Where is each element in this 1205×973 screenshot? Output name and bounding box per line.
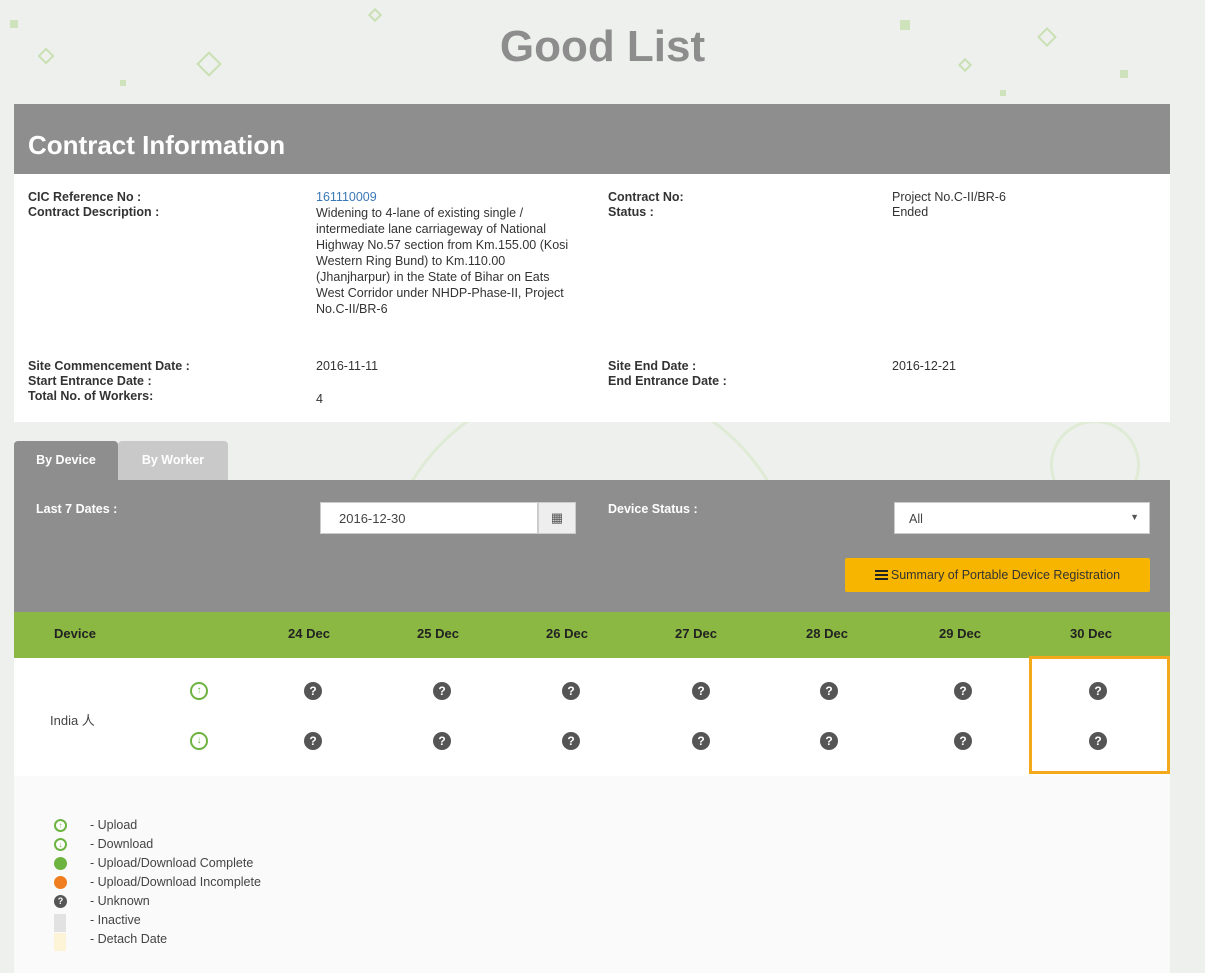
filter-bar: Last 7 Dates : 2016-12-30 ▦ Device Statu…	[14, 480, 1170, 612]
download-icon: ↓	[190, 732, 208, 750]
site-end-value: 2016-12-21	[892, 359, 956, 373]
column-header-25-dec: 25 Dec	[417, 626, 459, 641]
column-header-28-dec: 28 Dec	[806, 626, 848, 641]
legend-label: - Detach Date	[90, 932, 168, 946]
start-entrance-label: Start Entrance Date :	[28, 374, 152, 388]
legend-label: - Upload	[90, 818, 138, 832]
summary-button-label: Summary of Portable Device Registration	[890, 568, 1121, 582]
contract-information-card: Contract Information CIC Reference No : …	[14, 104, 1170, 422]
cic-ref-link[interactable]: 161110009	[316, 190, 377, 205]
site-end-label: Site End Date :	[608, 359, 697, 373]
unknown-icon[interactable]: ?	[562, 732, 580, 750]
date-input[interactable]: 2016-12-30	[320, 502, 538, 534]
total-workers-value: 4	[316, 392, 323, 406]
column-header-24-dec: 24 Dec	[288, 626, 330, 641]
legend-label: - Inactive	[90, 913, 141, 927]
list-icon	[874, 570, 888, 580]
legend-label: - Upload/Download Complete	[90, 856, 254, 870]
legend-label: - Unknown	[90, 894, 150, 908]
unknown-icon[interactable]: ?	[692, 732, 710, 750]
legend-label: - Upload/Download Incomplete	[90, 875, 261, 889]
calendar-button[interactable]: ▦	[538, 502, 576, 534]
device-status-select[interactable]: All ▼	[894, 502, 1150, 534]
column-header-27-dec: 27 Dec	[675, 626, 717, 641]
column-header-30-dec: 30 Dec	[1070, 626, 1112, 641]
description-label: Contract Description :	[28, 205, 160, 219]
column-header-26-dec: 26 Dec	[546, 626, 588, 641]
device-status-value: All	[909, 512, 923, 526]
unknown-icon[interactable]: ?	[304, 732, 322, 750]
page-title: Good List	[499, 22, 706, 71]
download-icon: ↓	[54, 838, 67, 851]
upload-icon: ↑	[54, 819, 67, 832]
complete-icon	[54, 857, 67, 870]
highlight-box-30-dec	[1029, 656, 1170, 774]
contract-header: Contract Information	[14, 104, 1170, 174]
calendar-icon: ▦	[550, 510, 564, 525]
unknown-icon: ?	[54, 895, 67, 908]
legend: ↑ - Upload ↓ - Download - Upload/Downloa…	[14, 776, 1170, 973]
unknown-icon[interactable]: ?	[820, 682, 838, 700]
unknown-icon[interactable]: ?	[692, 682, 710, 700]
status-label: Status :	[608, 205, 654, 219]
unknown-icon[interactable]: ?	[304, 682, 322, 700]
legend-label: - Download	[90, 837, 154, 851]
device-grid: India 人 ↑ ↓ ??????????????	[14, 656, 1170, 776]
unknown-icon[interactable]: ?	[562, 682, 580, 700]
incomplete-icon	[54, 876, 67, 889]
site-commencement-value: 2016-11-11	[316, 359, 379, 373]
unknown-icon[interactable]: ?	[954, 732, 972, 750]
unknown-icon[interactable]: ?	[820, 732, 838, 750]
end-entrance-label: End Entrance Date :	[608, 374, 727, 388]
device-name[interactable]: India 人	[50, 710, 95, 729]
summary-registration-button[interactable]: Summary of Portable Device Registration	[845, 558, 1150, 592]
last-dates-label: Last 7 Dates :	[36, 502, 118, 516]
inactive-swatch	[54, 914, 66, 932]
detach-swatch	[54, 933, 66, 951]
column-header-29-dec: 29 Dec	[939, 626, 981, 641]
upload-icon: ↑	[190, 682, 208, 700]
unknown-icon[interactable]: ?	[954, 682, 972, 700]
grid-header: Device 24 Dec 25 Dec 26 Dec 27 Dec 28 De…	[14, 612, 1170, 658]
contract-no-value: Project No.C-II/BR-6	[892, 190, 1006, 204]
total-workers-label: Total No. of Workers:	[28, 389, 154, 403]
unknown-icon[interactable]: ?	[433, 682, 451, 700]
chevron-down-icon: ▼	[1130, 512, 1139, 522]
contract-description: Widening to 4-lane of existing single / …	[316, 206, 569, 316]
cic-ref-label: CIC Reference No :	[28, 190, 142, 204]
tab-by-worker[interactable]: By Worker	[118, 441, 228, 481]
contract-info: CIC Reference No : Contract Description …	[14, 174, 1170, 422]
tab-by-device[interactable]: By Device	[14, 441, 118, 481]
contract-no-label: Contract No:	[608, 190, 684, 204]
column-header-device: Device	[54, 626, 96, 641]
device-status-label: Device Status :	[608, 502, 698, 516]
status-value: Ended	[892, 205, 929, 219]
unknown-icon[interactable]: ?	[433, 732, 451, 750]
site-commencement-label: Site Commencement Date :	[28, 359, 190, 373]
